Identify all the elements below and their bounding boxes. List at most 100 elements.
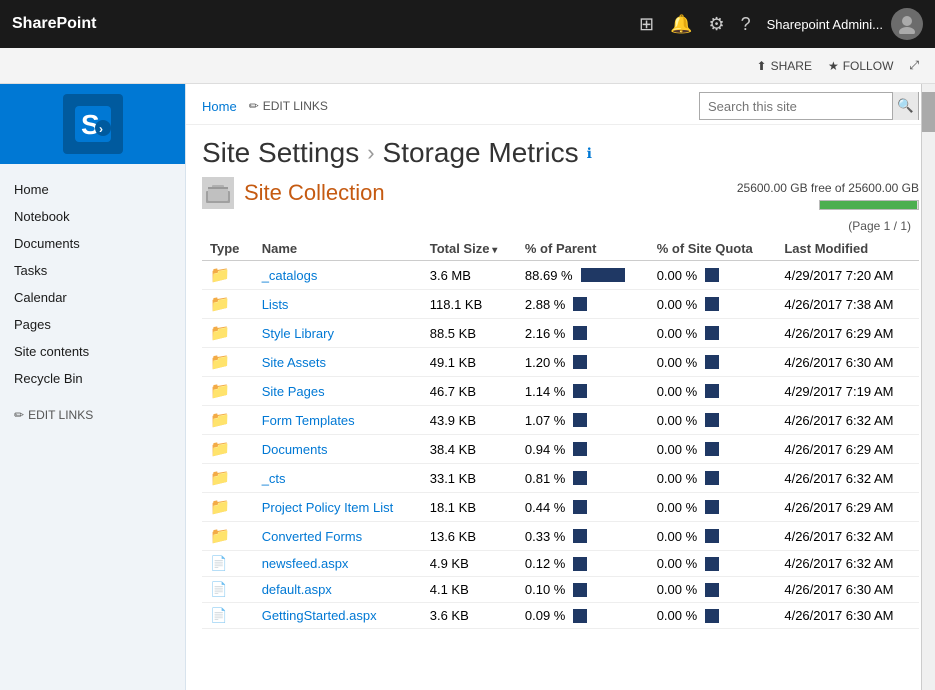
page-title: Site Settings › Storage Metrics ℹ — [202, 137, 919, 169]
pencil-icon: ✏ — [14, 408, 24, 422]
folder-icon: 📁 — [210, 470, 230, 487]
cell-pct-parent: 0.33 % — [517, 522, 649, 551]
grid-icon[interactable]: ⊞ — [639, 14, 654, 35]
sidebar-edit-links[interactable]: ✏ EDIT LINKS — [0, 400, 185, 430]
help-icon[interactable]: ? — [741, 14, 751, 35]
top-bar: SharePoint ⊞ 🔔 ⚙ ? Sharepoint Admini... — [0, 0, 935, 48]
cell-name: Converted Forms — [254, 522, 422, 551]
name-link[interactable]: GettingStarted.aspx — [262, 608, 377, 623]
quota-bar — [705, 500, 719, 514]
user-menu[interactable]: Sharepoint Admini... — [767, 8, 923, 40]
gear-icon[interactable]: ⚙ — [708, 14, 724, 35]
name-link[interactable]: Project Policy Item List — [262, 500, 394, 515]
table-row: 📁Lists118.1 KB2.88 %0.00 %4/26/2017 7:38… — [202, 290, 919, 319]
info-icon[interactable]: ℹ — [587, 145, 592, 162]
search-button[interactable]: 🔍 — [892, 92, 918, 120]
user-name: Sharepoint Admini... — [767, 17, 883, 32]
sidebar-item-tasks[interactable]: Tasks — [0, 257, 185, 284]
bell-icon[interactable]: 🔔 — [670, 14, 692, 35]
sidebar-item-documents[interactable]: Documents — [0, 230, 185, 257]
name-link[interactable]: _cts — [262, 471, 286, 486]
cell-size: 3.6 KB — [422, 603, 517, 629]
quota-bar — [705, 583, 719, 597]
cell-size: 4.9 KB — [422, 551, 517, 577]
sidebar-item-home[interactable]: Home — [0, 176, 185, 203]
site-collection-icon — [202, 177, 234, 209]
scrollbar-thumb[interactable] — [922, 92, 935, 132]
cell-name: Lists — [254, 290, 422, 319]
cell-size: 88.5 KB — [422, 319, 517, 348]
folder-icon: 📁 — [210, 354, 230, 371]
cell-type: 📁 — [202, 377, 254, 406]
folder-icon: 📁 — [210, 441, 230, 458]
content-area: Home ✏ EDIT LINKS 🔍 Site Settings › Stor… — [186, 84, 935, 690]
share-icon: ⬆ — [757, 59, 767, 73]
cell-name: Project Policy Item List — [254, 493, 422, 522]
col-type: Type — [202, 237, 254, 261]
col-last-modified: Last Modified — [776, 237, 919, 261]
cell-last-modified: 4/26/2017 6:32 AM — [776, 464, 919, 493]
name-link[interactable]: Style Library — [262, 326, 334, 341]
cell-pct-parent: 88.69 % — [517, 261, 649, 290]
sidebar-item-recycle-bin[interactable]: Recycle Bin — [0, 365, 185, 392]
cell-last-modified: 4/26/2017 7:38 AM — [776, 290, 919, 319]
parent-bar — [573, 557, 587, 571]
edit-links-button[interactable]: ✏ EDIT LINKS — [249, 99, 328, 113]
file-icon: 📄 — [210, 555, 227, 571]
sidebar-item-site-contents[interactable]: Site contents — [0, 338, 185, 365]
sidebar-item-calendar[interactable]: Calendar — [0, 284, 185, 311]
name-link[interactable]: Form Templates — [262, 413, 355, 428]
share-button[interactable]: ⬆ SHARE — [757, 59, 812, 73]
cell-pct-parent: 2.88 % — [517, 290, 649, 319]
quota-bar — [705, 297, 719, 311]
cell-pct-quota: 0.00 % — [649, 493, 777, 522]
storage-info-text: 25600.00 GB free of 25600.00 GB — [737, 181, 919, 195]
sharepoint-logo: SharePoint — [12, 15, 639, 33]
cell-pct-parent: 1.07 % — [517, 406, 649, 435]
name-link[interactable]: default.aspx — [262, 582, 332, 597]
cell-last-modified: 4/26/2017 6:32 AM — [776, 522, 919, 551]
cell-pct-quota: 0.00 % — [649, 319, 777, 348]
name-link[interactable]: Documents — [262, 442, 328, 457]
home-link[interactable]: Home — [202, 99, 237, 114]
cell-type: 📁 — [202, 348, 254, 377]
main-layout: S › Home Notebook Documents Tasks Calend… — [0, 84, 935, 690]
follow-button[interactable]: ★ FOLLOW — [828, 59, 893, 73]
folder-icon: 📁 — [210, 325, 230, 342]
scrollbar[interactable] — [921, 84, 935, 690]
edit-links-label: EDIT LINKS — [263, 99, 328, 113]
name-link[interactable]: Converted Forms — [262, 529, 362, 544]
cell-name: Documents — [254, 435, 422, 464]
cell-size: 18.1 KB — [422, 493, 517, 522]
cell-size: 43.9 KB — [422, 406, 517, 435]
cell-type: 📁 — [202, 493, 254, 522]
cell-type: 📄 — [202, 603, 254, 629]
page-title-part1: Site Settings — [202, 137, 359, 169]
name-link[interactable]: Lists — [262, 297, 289, 312]
col-total-size[interactable]: Total Size — [422, 237, 517, 261]
quota-bar — [705, 326, 719, 340]
search-input[interactable] — [700, 97, 892, 116]
cell-pct-parent: 1.14 % — [517, 377, 649, 406]
avatar[interactable] — [891, 8, 923, 40]
parent-bar — [573, 355, 587, 369]
name-link[interactable]: Site Assets — [262, 355, 326, 370]
sidebar-item-notebook[interactable]: Notebook — [0, 203, 185, 230]
cell-type: 📁 — [202, 522, 254, 551]
table-row: 📄newsfeed.aspx4.9 KB0.12 %0.00 %4/26/201… — [202, 551, 919, 577]
name-link[interactable]: _catalogs — [262, 268, 318, 283]
expand-button[interactable]: ⤢ — [909, 58, 919, 73]
table-row: 📄default.aspx4.1 KB0.10 %0.00 %4/26/2017… — [202, 577, 919, 603]
name-link[interactable]: Site Pages — [262, 384, 325, 399]
folder-icon: 📁 — [210, 383, 230, 400]
parent-bar — [573, 442, 587, 456]
cell-type: 📁 — [202, 406, 254, 435]
sidebar-item-pages[interactable]: Pages — [0, 311, 185, 338]
share-label: SHARE — [771, 59, 812, 73]
quota-bar — [705, 557, 719, 571]
cell-last-modified: 4/26/2017 6:30 AM — [776, 603, 919, 629]
table-row: 📁Form Templates43.9 KB1.07 %0.00 %4/26/2… — [202, 406, 919, 435]
cell-size: 49.1 KB — [422, 348, 517, 377]
table-row: 📁Site Assets49.1 KB1.20 %0.00 %4/26/2017… — [202, 348, 919, 377]
name-link[interactable]: newsfeed.aspx — [262, 556, 349, 571]
